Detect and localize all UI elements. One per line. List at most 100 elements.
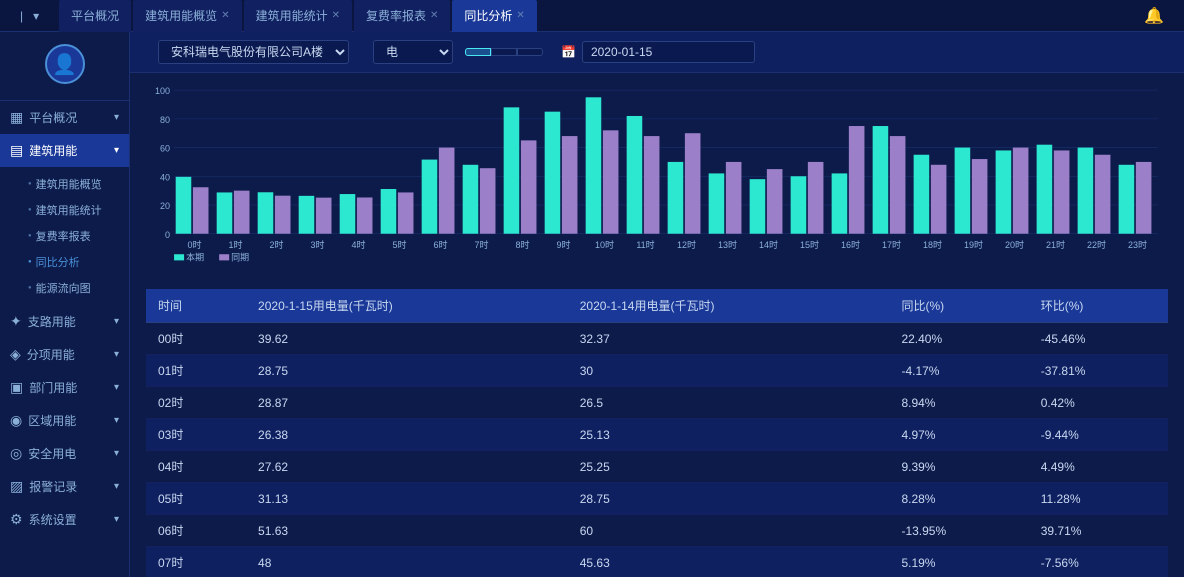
nav-tab-label: 平台概况: [71, 7, 119, 24]
sidebar-item-parent[interactable]: ▤ 建筑用能 ▾: [0, 134, 129, 167]
bar-current: [955, 148, 971, 234]
svg-text:100: 100: [155, 86, 170, 96]
svg-text:4时: 4时: [352, 239, 366, 250]
sidebar-item[interactable]: ▣ 部门用能 ▾: [0, 371, 129, 404]
nav-tab[interactable]: 复费率报表 ✕: [354, 0, 450, 32]
cell-time: 05时: [146, 483, 246, 515]
bar-prev: [931, 165, 947, 234]
sidebar-arrow-down: ▾: [114, 382, 119, 393]
sidebar-item[interactable]: ⚙ 系统设置 ▾: [0, 503, 129, 536]
cell-curr: 27.62: [246, 451, 568, 483]
nav-tab-close[interactable]: ✕: [430, 10, 438, 21]
sidebar-sub-item[interactable]: 同比分析: [20, 249, 129, 275]
cell-time: 02时: [146, 387, 246, 419]
cell-qoq: -9.44%: [1029, 419, 1168, 451]
bar-current: [627, 116, 643, 234]
date-input[interactable]: [582, 41, 755, 63]
sidebar-icon: ▤: [10, 142, 23, 159]
bar-current: [1037, 145, 1053, 234]
btn-day[interactable]: [465, 48, 491, 56]
table-row: 05时31.1328.758.28%11.28%: [146, 483, 1168, 515]
table-area: 时间2020-1-15用电量(千瓦时)2020-1-14用电量(千瓦时)同比(%…: [130, 289, 1184, 577]
cell-yoy: 9.39%: [889, 451, 1028, 483]
sidebar-item-single[interactable]: ✦ 支路用能 ▾: [0, 305, 129, 338]
nav-tab-label: 建筑用能统计: [256, 7, 328, 24]
sidebar-item-single[interactable]: ▣ 部门用能 ▾: [0, 371, 129, 404]
cell-prev: 28.75: [568, 483, 890, 515]
sidebar-sub-item[interactable]: 能源流向图: [20, 275, 129, 301]
table-header: 同比(%): [889, 289, 1028, 323]
sidebar-item-single[interactable]: ▦ 平台概况 ▾: [0, 101, 129, 134]
sidebar-arrow-down: ▾: [114, 514, 119, 525]
bar-prev: [398, 192, 414, 233]
btn-year[interactable]: [517, 48, 543, 56]
sidebar-item-single[interactable]: ▨ 报警记录 ▾: [0, 470, 129, 503]
sidebar-item[interactable]: ✦ 支路用能 ▾: [0, 305, 129, 338]
sidebar-item-single[interactable]: ◉ 区域用能 ▾: [0, 404, 129, 437]
svg-text:17时: 17时: [882, 239, 901, 250]
main-content: 安科瑞电气股份有限公司A楼 电 📅 0204060801000时1时2时3时4时…: [130, 32, 1184, 577]
table-row: 00时39.6232.3722.40%-45.46%: [146, 323, 1168, 355]
nav-tab-label: 复费率报表: [366, 7, 426, 24]
bar-chart: 0204060801000时1时2时3时4时5时6时7时8时9时10时11时12…: [146, 85, 1168, 285]
bar-current: [586, 97, 602, 233]
sidebar-sub-item[interactable]: 复费率报表: [20, 223, 129, 249]
sidebar-item-label: 区域用能: [28, 412, 76, 429]
cell-time: 01时: [146, 355, 246, 387]
sidebar-item-single[interactable]: ◎ 安全用电 ▾: [0, 437, 129, 470]
cell-yoy: 22.40%: [889, 323, 1028, 355]
notification-icon[interactable]: 🔔: [1144, 6, 1164, 26]
cell-curr: 28.87: [246, 387, 568, 419]
bar-current: [832, 173, 848, 233]
cell-curr: 28.75: [246, 355, 568, 387]
bar-prev: [726, 162, 742, 234]
cell-curr: 31.13: [246, 483, 568, 515]
legend-current-label: 本期: [186, 251, 204, 262]
nav-tab[interactable]: 同比分析✕: [452, 0, 536, 32]
svg-text:40: 40: [160, 172, 170, 182]
bar-prev: [603, 130, 619, 233]
sidebar-item[interactable]: ◈ 分项用能 ▾: [0, 338, 129, 371]
svg-text:20时: 20时: [1005, 239, 1024, 250]
nav-tab-close[interactable]: ✕: [332, 10, 340, 21]
bar-prev: [1013, 148, 1029, 234]
sidebar-item[interactable]: ▦ 平台概况 ▾: [0, 101, 129, 134]
sidebar-sub-item[interactable]: 建筑用能统计: [20, 197, 129, 223]
sidebar-item-single[interactable]: ⚙ 系统设置 ▾: [0, 503, 129, 536]
sidebar-item[interactable]: ▤ 建筑用能 ▾ 建筑用能概览建筑用能统计复费率报表同比分析能源流向图: [0, 134, 129, 305]
nav-tab[interactable]: 平台概况: [59, 0, 131, 32]
bar-prev: [562, 136, 578, 234]
sidebar-item[interactable]: ▨ 报警记录 ▾: [0, 470, 129, 503]
bar-current: [873, 126, 889, 234]
sidebar-item-single[interactable]: ◈ 分项用能 ▾: [0, 338, 129, 371]
bar-current: [504, 107, 520, 233]
building-select[interactable]: 安科瑞电气股份有限公司A楼: [158, 40, 349, 64]
table-row: 06时51.6360-13.95%39.71%: [146, 515, 1168, 547]
svg-text:18时: 18时: [923, 239, 942, 250]
nav-tab-close[interactable]: ✕: [221, 10, 229, 21]
bar-current: [340, 194, 356, 234]
cell-yoy: 4.97%: [889, 419, 1028, 451]
bar-prev: [275, 196, 291, 234]
svg-text:80: 80: [160, 115, 170, 125]
bar-current: [422, 160, 438, 234]
table-row: 03时26.3825.134.97%-9.44%: [146, 419, 1168, 451]
cell-prev: 45.63: [568, 547, 890, 577]
cell-curr: 39.62: [246, 323, 568, 355]
svg-text:60: 60: [160, 144, 170, 154]
sidebar-item[interactable]: ◉ 区域用能 ▾: [0, 404, 129, 437]
sidebar-arrow-down: ▾: [114, 349, 119, 360]
nav-tab[interactable]: 建筑用能概览✕: [133, 0, 241, 32]
cell-prev: 25.25: [568, 451, 890, 483]
svg-text:11时: 11时: [636, 239, 654, 250]
btn-month[interactable]: [491, 48, 517, 56]
category-select[interactable]: 电: [373, 40, 453, 64]
cell-qoq: -45.46%: [1029, 323, 1168, 355]
sidebar-item-label: 建筑用能: [29, 142, 77, 159]
sidebar-icon: ▦: [10, 109, 23, 126]
sidebar-item[interactable]: ◎ 安全用电 ▾: [0, 437, 129, 470]
svg-text:21时: 21时: [1046, 239, 1065, 250]
sidebar-sub-item[interactable]: 建筑用能概览: [20, 171, 129, 197]
nav-tab-close[interactable]: ✕: [516, 10, 524, 21]
nav-tab[interactable]: 建筑用能统计 ✕: [244, 0, 352, 32]
